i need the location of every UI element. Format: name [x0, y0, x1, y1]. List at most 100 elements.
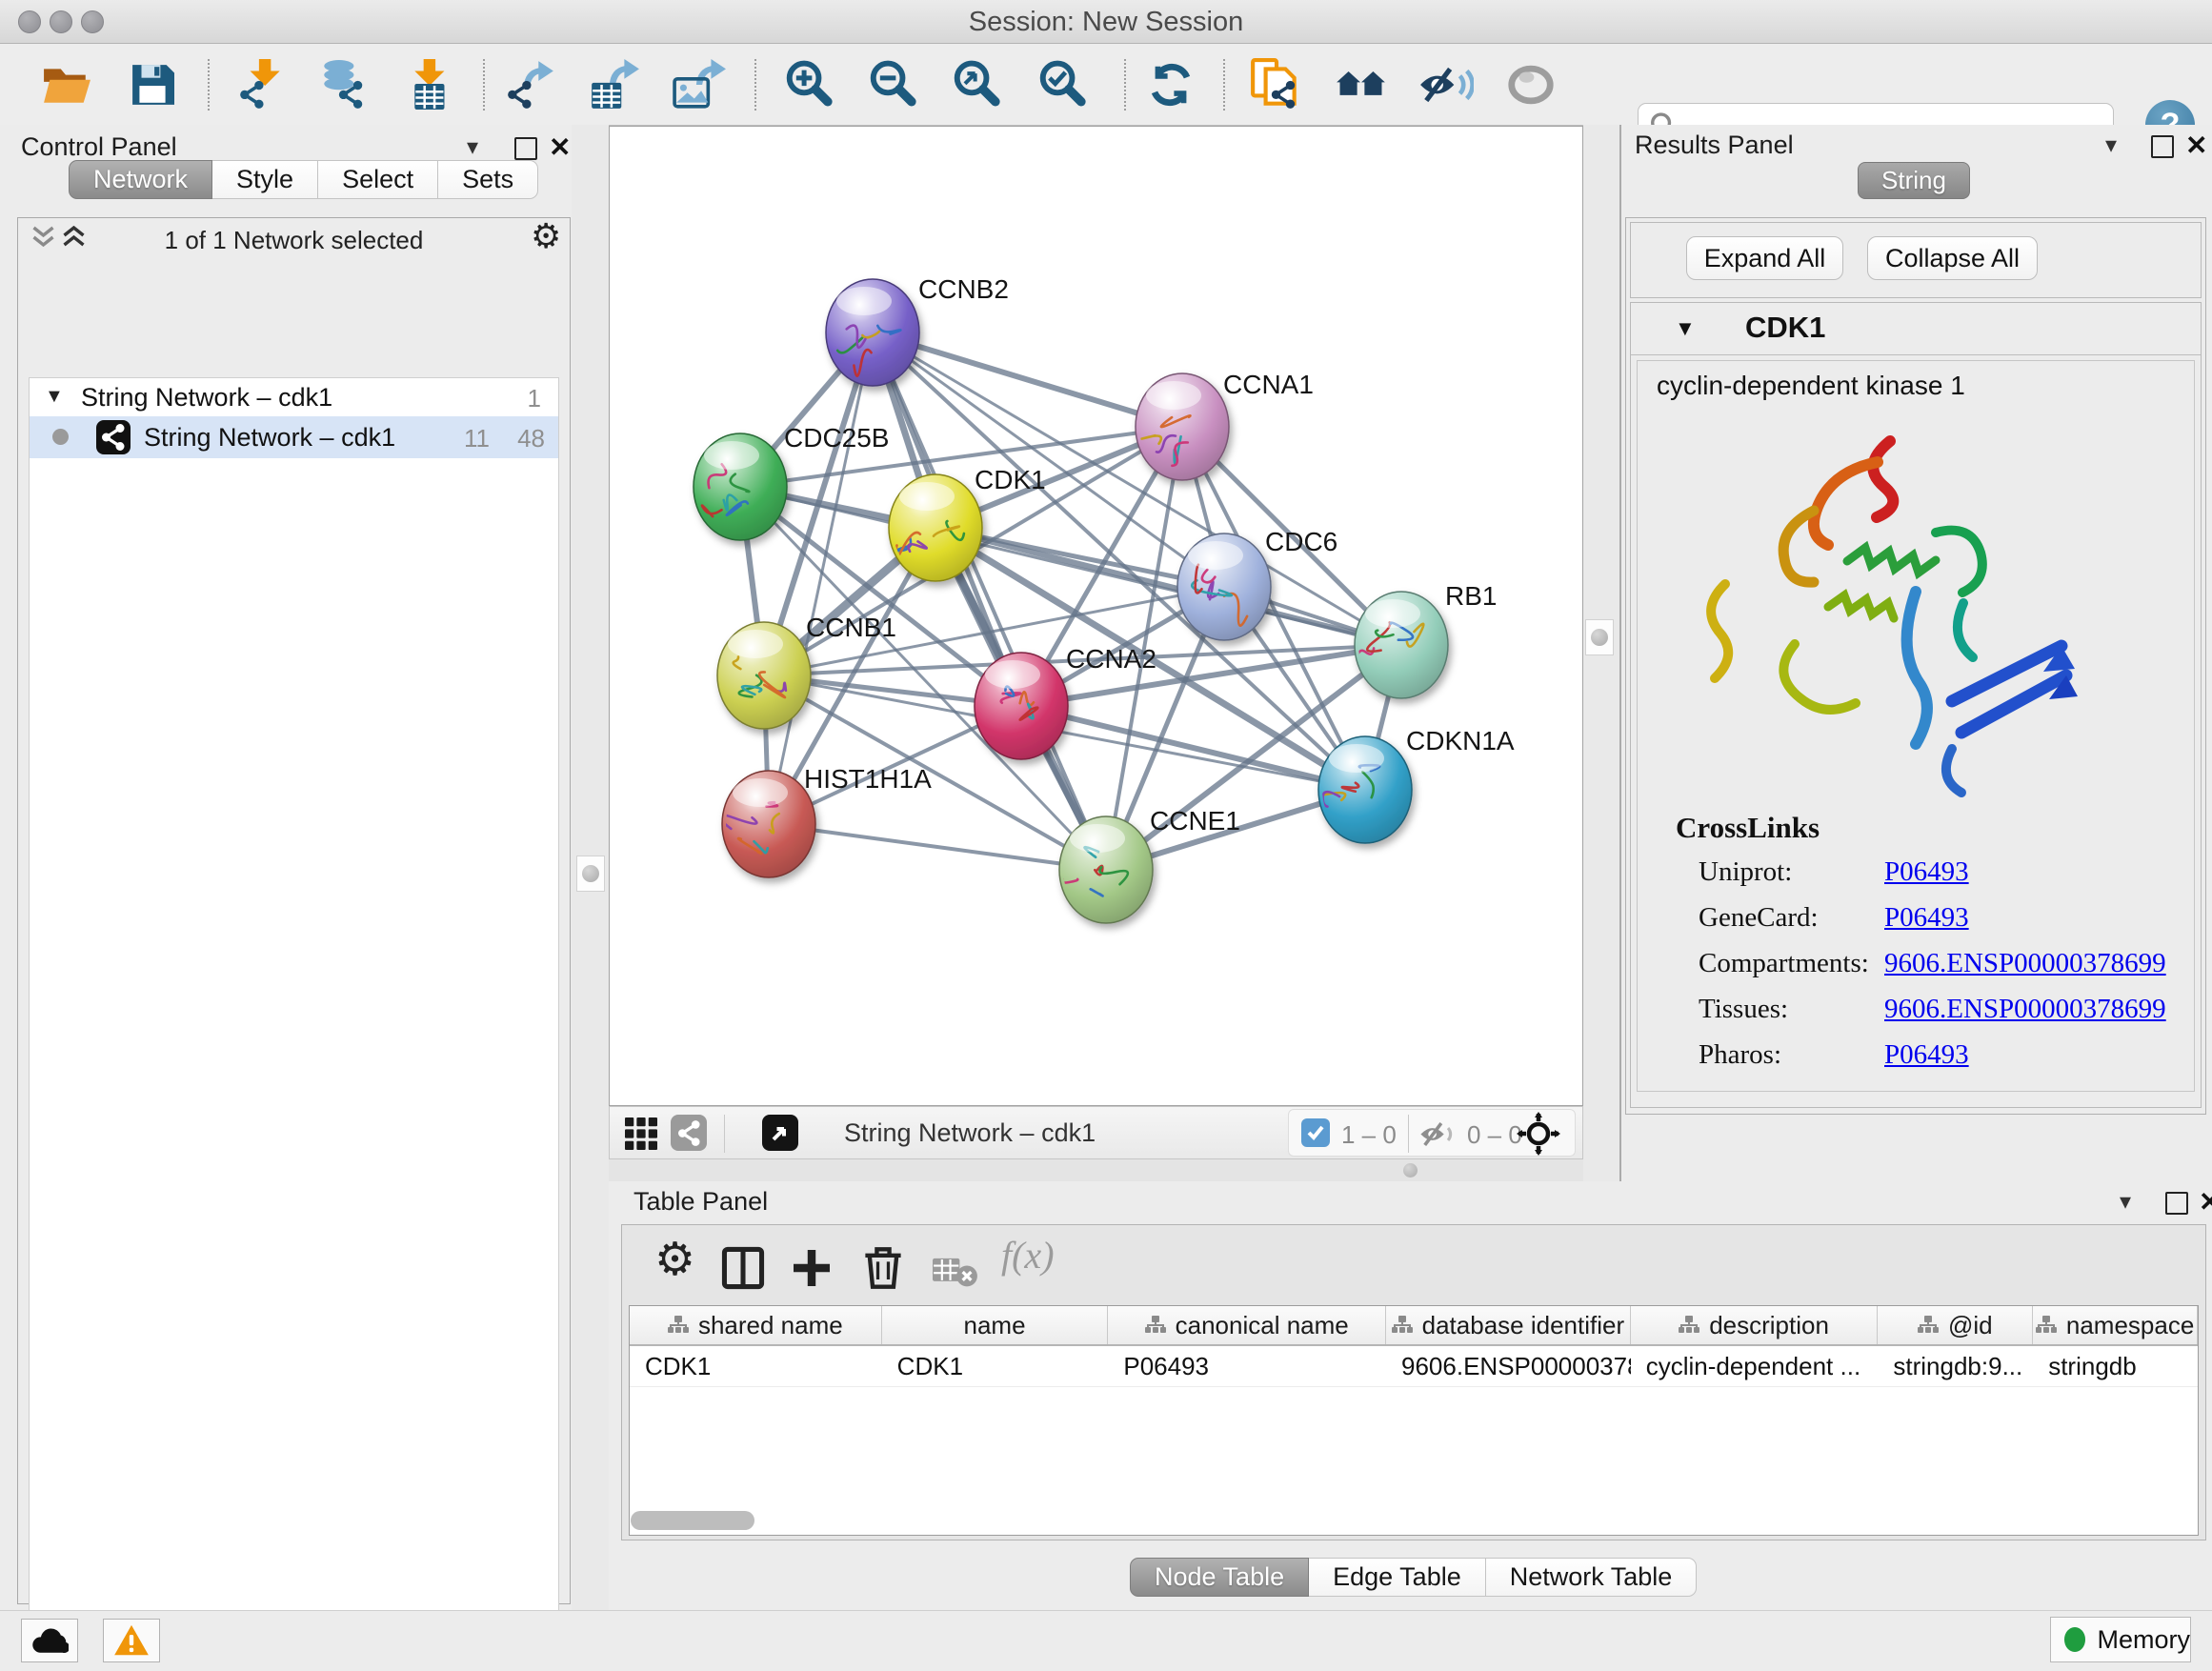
results-panel-close-icon[interactable]: ✕ — [2185, 130, 2207, 161]
column-header--id[interactable]: @id — [1878, 1306, 2033, 1344]
expand-all-button[interactable]: Expand All — [1686, 236, 1843, 280]
splitter-handle-dot[interactable] — [1403, 1163, 1418, 1178]
export-image-icon[interactable] — [671, 56, 728, 113]
tab-style[interactable]: Style — [212, 160, 318, 199]
network-row-selected[interactable]: String Network – cdk1 11 48 — [30, 416, 558, 458]
control-panel-menu-icon[interactable]: ▾ — [467, 133, 478, 161]
network-edge[interactable] — [769, 824, 1106, 870]
delete-column-icon[interactable] — [862, 1246, 904, 1295]
table-panel-close-icon[interactable]: ✕ — [2199, 1186, 2212, 1218]
table-cell[interactable]: stringdb:9... — [1878, 1346, 2033, 1386]
crosslink-link[interactable]: 9606.ENSP00000378699 — [1884, 948, 2166, 979]
network-node-cdkn1a[interactable]: CDKN1A — [1311, 726, 1515, 843]
save-session-icon[interactable] — [124, 56, 181, 113]
crosslink-link[interactable]: P06493 — [1884, 1039, 1969, 1071]
tab-network-table[interactable]: Network Table — [1486, 1558, 1698, 1597]
left-splitter[interactable] — [572, 125, 609, 1610]
table-panel-menu-icon[interactable]: ▾ — [2120, 1188, 2131, 1216]
column-header-shared-name[interactable]: shared name — [630, 1306, 882, 1344]
network-node-rb1[interactable]: RB1 — [1355, 581, 1497, 698]
column-header-label: @id — [1948, 1311, 1993, 1340]
birds-eye-view-icon[interactable] — [762, 1115, 798, 1151]
protein-section-expand-icon[interactable]: ▼ — [1675, 316, 1696, 341]
left-splitter-handle[interactable] — [576, 856, 605, 892]
network-edge[interactable] — [873, 332, 1182, 427]
control-panel-close-icon[interactable]: ✕ — [549, 131, 571, 163]
network-node-ccne1[interactable]: CCNE1 — [1059, 806, 1240, 923]
crosslink-link[interactable]: 9606.ENSP00000378699 — [1884, 994, 2166, 1025]
tab-string[interactable]: String — [1858, 162, 1970, 199]
memory-label: Memory — [2097, 1625, 2190, 1655]
warnings-button[interactable] — [103, 1619, 160, 1662]
add-column-icon[interactable] — [794, 1250, 830, 1291]
import-network-from-database-icon[interactable] — [314, 56, 372, 113]
export-network-icon[interactable] — [502, 56, 559, 113]
export-table-icon[interactable] — [586, 56, 643, 113]
collection-expand-icon[interactable]: ▼ — [45, 386, 64, 408]
table-cell[interactable]: stringdb — [2033, 1346, 2198, 1386]
memory-button[interactable]: Memory — [2050, 1617, 2191, 1662]
import-table-icon[interactable] — [404, 56, 461, 113]
network-node-ccna1[interactable]: CCNA1 — [1136, 370, 1314, 480]
fit-selected-crosshair-icon[interactable] — [1517, 1112, 1560, 1160]
column-header-description[interactable]: description — [1631, 1306, 1879, 1344]
column-header-canonical-name[interactable]: canonical name — [1108, 1306, 1386, 1344]
node-label: CDKN1A — [1406, 726, 1515, 755]
horizontal-splitter[interactable] — [609, 1159, 1619, 1181]
column-header-namespace[interactable]: namespace — [2033, 1306, 2198, 1344]
table-cell[interactable]: P06493 — [1108, 1346, 1386, 1386]
right-splitter[interactable] — [1583, 125, 1619, 1181]
network-options-gear-icon[interactable]: ⚙ — [531, 216, 561, 256]
right-splitter-handle[interactable] — [1585, 619, 1614, 655]
zoom-selected-icon[interactable] — [1035, 56, 1092, 113]
crosslink-link[interactable]: P06493 — [1884, 856, 1969, 888]
toolbar-divider — [208, 59, 210, 111]
table-horizontal-scrollbar[interactable] — [631, 1511, 754, 1530]
network-collection-row[interactable]: ▼ String Network – cdk1 1 — [30, 378, 558, 416]
table-cell[interactable]: CDK1 — [882, 1346, 1109, 1386]
table-cell[interactable]: 9606.ENSP00000378699 — [1386, 1346, 1631, 1386]
hide-selected-icon[interactable] — [1418, 56, 1475, 113]
grid-view-icon[interactable] — [625, 1117, 657, 1155]
zoom-out-icon[interactable] — [865, 56, 922, 113]
zoom-fit-icon[interactable] — [949, 56, 1006, 113]
tab-select[interactable]: Select — [318, 160, 438, 199]
crosslink-link[interactable]: P06493 — [1884, 902, 1969, 934]
function-builder-icon[interactable]: f(x) — [1001, 1233, 1055, 1278]
tab-node-table[interactable]: Node Table — [1130, 1558, 1309, 1597]
refresh-layout-icon[interactable] — [1142, 56, 1199, 113]
table-row[interactable]: CDK1CDK1P064939606.ENSP00000378699cyclin… — [630, 1346, 2198, 1387]
network-node-hist1h1a[interactable]: HIST1H1A — [717, 764, 932, 877]
table-settings-gear-icon[interactable]: ⚙ — [654, 1233, 695, 1286]
tab-edge-table[interactable]: Edge Table — [1309, 1558, 1486, 1597]
zoom-in-icon[interactable] — [781, 56, 838, 113]
clone-network-icon[interactable] — [1248, 56, 1305, 113]
show-all-icon[interactable] — [1502, 56, 1559, 113]
results-panel-menu-icon[interactable]: ▾ — [2105, 131, 2117, 159]
cloud-button[interactable] — [21, 1619, 78, 1662]
tab-sets[interactable]: Sets — [438, 160, 538, 199]
column-header-name[interactable]: name — [882, 1306, 1109, 1344]
delete-table-icon[interactable] — [933, 1254, 978, 1293]
home-view-icon[interactable] — [1334, 56, 1391, 113]
tab-network[interactable]: Network — [69, 160, 212, 199]
open-file-icon[interactable] — [38, 56, 95, 113]
network-canvas[interactable]: CCNB2CCNA1CDC25BCDK1CDC6RB1CCNB1CCNA2CDK… — [609, 126, 1583, 1106]
network-node-ccnb2[interactable]: CCNB2 — [826, 274, 1009, 386]
import-network-icon[interactable] — [233, 56, 291, 113]
network-view-toolbar: String Network – cdk1 1 – 0 0 – 0 — [609, 1106, 1583, 1159]
column-header-database-identifier[interactable]: database identifier — [1386, 1306, 1631, 1344]
hidden-eye-icon[interactable] — [1419, 1120, 1458, 1153]
network-selection-status: 1 of 1 Network selected — [18, 226, 570, 255]
network-view-share-icon[interactable] — [671, 1115, 707, 1151]
show-columns-icon[interactable] — [721, 1246, 765, 1295]
selected-checkbox-icon[interactable] — [1301, 1118, 1330, 1147]
collapse-all-button[interactable]: Collapse All — [1867, 236, 2038, 280]
table-panel-float-icon[interactable] — [2165, 1192, 2188, 1215]
network-graph[interactable]: CCNB2CCNA1CDC25BCDK1CDC6RB1CCNB1CCNA2CDK… — [610, 127, 1582, 1105]
table-cell[interactable]: CDK1 — [630, 1346, 882, 1386]
table-cell[interactable]: cyclin-dependent ... — [1631, 1346, 1879, 1386]
control-panel-float-icon[interactable] — [514, 137, 537, 160]
toolbar-divider — [1408, 1115, 1409, 1153]
results-panel-float-icon[interactable] — [2151, 135, 2174, 158]
